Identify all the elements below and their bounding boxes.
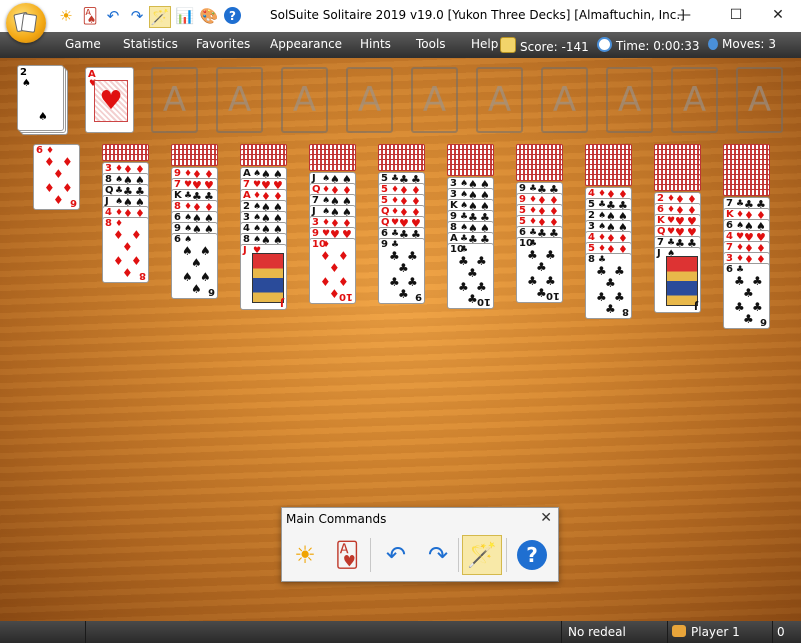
redeal-status: No redeal [568,625,626,639]
face-card-art [666,256,698,306]
player-icon [672,625,686,637]
statistics-icon[interactable]: 📊 [175,6,195,26]
foundation-slot[interactable]: A [736,67,783,133]
menu-hints[interactable]: Hints [360,37,391,51]
card-rank: 9 [381,239,388,250]
face-down-card [447,169,494,176]
moves-display: Moves: 3 [708,37,776,51]
foundation-slot[interactable]: A [541,67,588,133]
panel-redo-button[interactable]: ↷ [418,535,458,575]
card-rank: 6 [36,145,43,156]
face-down-card [654,184,701,191]
panel-undo-button[interactable]: ↶ [376,535,416,575]
close-button[interactable]: ✕ [755,0,801,30]
foundation-slot[interactable]: A [151,67,198,133]
redo-icon[interactable]: ↷ [127,6,147,26]
foundation-slot[interactable]: A [281,67,328,133]
clock-icon [597,37,612,52]
window-title: SolSuite Solitaire 2019 v19.0 [Yukon Thr… [270,8,685,22]
card-rank: J [657,248,661,259]
minimize-button[interactable]: — [661,0,707,30]
panel-close-button[interactable]: ✕ [540,510,552,526]
menu-statistics[interactable]: Statistics [123,37,178,51]
playing-card[interactable]: 10 ♣ ♣ ♣ ♣ ♣ ♣ ♣ 10 [516,237,563,303]
playing-card[interactable]: J ♠ J [654,247,701,313]
app-logo-icon[interactable] [6,3,46,43]
hint-wand-icon: 🪄 [467,541,497,569]
card-rank: 8 [105,218,112,229]
menu-bar: Game Statistics Favorites Appearance Hints To… [0,32,801,58]
face-down-card [102,154,149,161]
menu-favorites[interactable]: Favorites [196,37,250,51]
panel-title: Main Commands [286,512,387,526]
appearance-icon[interactable]: 🎨 [199,6,219,26]
menu-appearance[interactable]: Appearance [270,37,342,51]
deal-cards-icon: 🂱 [334,541,360,569]
panel-new-game-button[interactable]: ☀ [285,535,325,575]
hint-wand-icon[interactable]: 🪄 [149,6,171,28]
playing-card[interactable]: 6 ♠ ♠ ♠ ♠ ♠ ♠ ♠ 6 [171,233,218,299]
help-icon[interactable]: ? [224,7,241,24]
foundation-slot[interactable]: A [476,67,523,133]
time-value: 0:00:33 [653,39,700,53]
face-down-card [585,179,632,186]
face-down-card [516,174,563,181]
score-value: -141 [561,40,589,54]
time-display: Time: 0:00:33 [597,37,700,53]
menu-tools[interactable]: Tools [416,37,446,51]
undo-icon[interactable]: ↶ [103,6,123,26]
playing-card[interactable]: 9 ♣ ♣ ♣ ♣ ♣ ♣ ♣ 9 [378,238,425,304]
new-game-icon: ☀ [294,541,316,569]
playing-card[interactable]: 6 ♣ ♣ ♣ ♣ ♣ ♣ ♣ 6 [723,263,770,329]
player-status[interactable]: Player 1 [672,625,740,639]
redo-icon: ↷ [427,541,449,569]
foundation-slot[interactable]: A [216,67,263,133]
deal-icon[interactable]: 🂡 [80,6,100,26]
playing-card[interactable]: 8 ♦ ♦ ♦ ♦ ♦ ♦ ♦ 8 [102,217,149,283]
card-rank: 6 [726,264,733,275]
moves-value: 3 [768,37,776,51]
card-rank: 8 [588,254,595,265]
foundation-slot[interactable]: A [346,67,393,133]
status-bar: No redeal Player 1 0 [0,621,801,643]
playing-card[interactable]: 10 ♦ ♦ ♦ ♦ ♦ ♦ ♦ 10 [309,238,356,304]
waste-pile-top-card[interactable]: A ♥ ♥ [85,67,134,133]
help-icon: ? [517,540,547,570]
playing-card[interactable]: J ♥ J [240,244,287,310]
face-down-card [171,159,218,166]
score-notepad-icon [500,37,516,53]
panel-help-button[interactable]: ? [512,535,552,575]
face-down-card [723,189,770,196]
menu-help[interactable]: Help [471,37,498,51]
stock-top-card[interactable]: 2 ♠ ♠ [17,65,64,131]
face-card-art [252,253,284,303]
footprints-icon [708,38,718,50]
face-down-card [309,164,356,171]
status-trailing: 0 [777,625,785,639]
panel-hint-wand-button[interactable]: 🪄 [462,535,502,575]
foundation-slot[interactable]: A [411,67,458,133]
heart-icon: ♥ [99,86,123,116]
card-rank: 6 [174,234,181,245]
face-down-card [240,159,287,166]
foundation-slot[interactable]: A [671,67,718,133]
playing-card[interactable]: 8 ♣ ♣ ♣ ♣ ♣ ♣ ♣ 8 [585,253,632,319]
card-rank: J [243,245,247,256]
playing-card[interactable]: 10 ♣ ♣ ♣ ♣ ♣ ♣ ♣ 10 [447,243,494,309]
stock-pile[interactable]: 2 ♠ ♠ [17,65,69,135]
playing-card[interactable]: 6 ♦ ♦ ♦ ♦ ♦ ♦ ♦ 6 [33,144,80,210]
score-display: Score: -141 [500,37,589,54]
menu-game[interactable]: Game [65,37,101,51]
maximize-button[interactable]: ☐ [713,0,759,30]
face-down-card [378,164,425,171]
foundation-slot[interactable]: A [606,67,653,133]
main-commands-panel: Main Commands ✕ ☀ 🂱 ↶ ↷ 🪄? [281,507,559,582]
undo-icon: ↶ [385,541,407,569]
panel-deal-cards-button[interactable]: 🂱 [327,535,367,575]
new-game-icon[interactable]: ☀ [56,6,76,26]
